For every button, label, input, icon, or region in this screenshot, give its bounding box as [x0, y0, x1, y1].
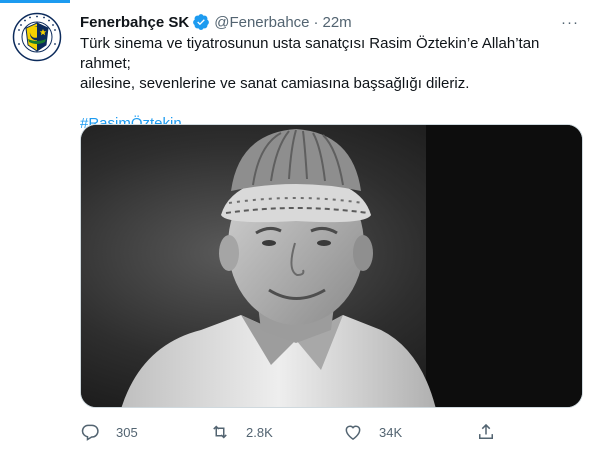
share-button[interactable]	[476, 420, 512, 444]
retweet-count: 2.8K	[246, 424, 273, 440]
like-icon	[345, 425, 361, 440]
verified-badge-icon	[193, 14, 210, 30]
tweet-text-line-1: Türk sinema ve tiyatrosunun usta sanatçı…	[80, 35, 540, 72]
tweet-timestamp[interactable]: 22m	[323, 14, 352, 31]
author-name[interactable]: Fenerbahçe SK	[80, 14, 189, 31]
tweet-actions: 305 2.8K 34K	[80, 420, 520, 444]
share-icon	[479, 423, 493, 439]
like-button[interactable]: 34K	[343, 420, 402, 444]
avatar[interactable]	[12, 12, 62, 62]
portrait-photo	[81, 125, 582, 407]
tweet-photo[interactable]	[80, 124, 583, 408]
reply-icon	[81, 424, 99, 441]
retweet-icon	[213, 425, 227, 439]
tweet-content: Fenerbahçe SK @Fenerbahce · 22m ··· Türk…	[80, 12, 582, 134]
reply-button[interactable]: 305	[80, 420, 138, 444]
retweet-button[interactable]: 2.8K	[210, 420, 273, 444]
tab-indicator	[0, 0, 70, 3]
reply-count: 305	[116, 424, 138, 440]
separator-dot: ·	[313, 13, 319, 31]
tweet-text: Türk sinema ve tiyatrosunun usta sanatçı…	[80, 34, 582, 94]
tweet-text-line-2: ailesine, sevenlerine ve sanat camiasına…	[80, 75, 470, 92]
author-handle[interactable]: @Fenerbahce	[214, 14, 309, 31]
tweet-header: Fenerbahçe SK @Fenerbahce · 22m	[80, 12, 582, 32]
like-count: 34K	[379, 424, 403, 440]
more-options-button[interactable]: ···	[558, 12, 582, 32]
fenerbahce-logo-icon	[12, 12, 62, 62]
more-icon: ···	[561, 13, 579, 31]
